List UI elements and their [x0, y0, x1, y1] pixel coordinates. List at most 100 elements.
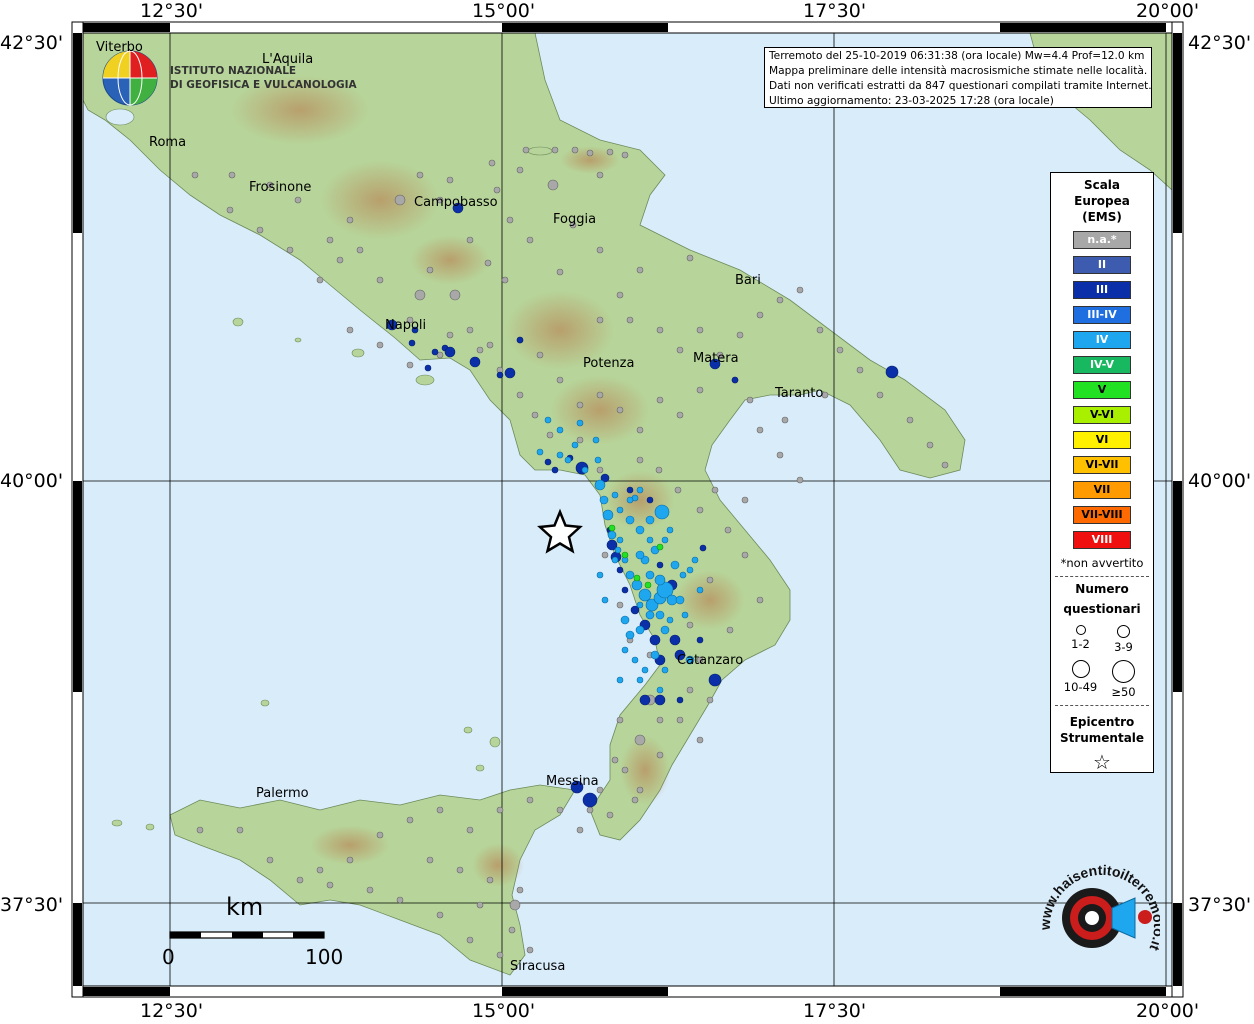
questionnaire-size-label: 1-2 [1071, 637, 1090, 651]
intensity-point [488, 159, 496, 167]
ems-scale-item: V [1073, 381, 1131, 399]
intensity-point [711, 486, 719, 494]
intensity-point [356, 246, 364, 254]
intensity-point [571, 441, 579, 449]
questionnaire-size-item: 3-9 [1102, 625, 1145, 654]
coord-top-3: 17°30' [803, 0, 867, 22]
intensity-point [596, 466, 604, 474]
intensity-point [416, 171, 424, 179]
intensity-point [296, 876, 304, 884]
intensity-point [639, 694, 651, 706]
intensity-point [645, 610, 655, 620]
intensity-point [446, 331, 454, 339]
intensity-point [636, 426, 644, 434]
intensity-point [576, 436, 584, 444]
intensity-point [406, 361, 414, 369]
ems-scale-item: VI-VII [1073, 456, 1131, 474]
intensity-point [674, 486, 682, 494]
legend-title: Scala [1083, 178, 1121, 192]
event-info-line: Dati non verificati estratti da 847 ques… [769, 80, 1152, 92]
scale-bar-end: 100 [305, 945, 344, 969]
intensity-point [686, 254, 694, 262]
city-label: Roma [149, 135, 187, 150]
intensity-point [656, 686, 664, 694]
intensity-point [366, 886, 374, 894]
coord-left-1: 42°30' [0, 32, 64, 54]
intensity-point [656, 326, 664, 334]
intensity-point [236, 826, 244, 834]
intensity-point [576, 419, 584, 427]
intensity-point [286, 246, 294, 254]
intensity-point [654, 504, 670, 520]
intensity-point [708, 673, 722, 687]
intensity-point [556, 426, 564, 434]
intensity-point [731, 376, 739, 384]
intensity-point [466, 326, 474, 334]
intensity-point [686, 686, 694, 694]
intensity-point [621, 586, 629, 594]
intensity-point [601, 596, 609, 604]
intensity-point [316, 276, 324, 284]
epicenter-title: Strumentale [1059, 731, 1145, 745]
intensity-point [726, 626, 734, 634]
intensity-point [616, 291, 624, 299]
intensity-point [599, 495, 609, 505]
intensity-point [885, 365, 899, 379]
coord-top-1: 12°30' [140, 0, 204, 22]
intensity-point [616, 716, 624, 724]
intensity-point [741, 551, 749, 559]
intensity-point [656, 716, 664, 724]
intensity-point [596, 246, 604, 254]
intensity-point [645, 515, 655, 525]
city-label: Bari [735, 273, 761, 288]
coord-left-3: 37°30' [0, 894, 64, 916]
intensity-point [666, 616, 674, 624]
intensity-point [376, 831, 384, 839]
intensity-point [926, 441, 934, 449]
intensity-point [606, 811, 614, 819]
intensity-point [606, 148, 614, 156]
intensity-point [449, 289, 461, 301]
intensity-point [616, 536, 624, 544]
intensity-point [611, 556, 619, 564]
intensity-point [856, 366, 864, 374]
coord-right-3: 37°30' [1188, 894, 1252, 916]
intensity-point [414, 289, 426, 301]
city-label: Campobasso [414, 195, 498, 210]
intensity-point [654, 574, 666, 586]
intensity-point [476, 901, 484, 909]
intensity-point [346, 216, 354, 224]
intensity-point [660, 625, 670, 635]
intensity-point [625, 630, 635, 640]
intensity-point [650, 650, 660, 660]
intensity-point [679, 571, 687, 579]
intensity-point [607, 530, 617, 540]
intensity-point [469, 356, 481, 368]
intensity-point [446, 176, 454, 184]
intensity-point [571, 146, 579, 154]
intensity-point [466, 826, 474, 834]
intensity-point [941, 461, 949, 469]
intensity-legend: Scala Europea (EMS) n.a.* II III III-IV IV IV… [1050, 172, 1154, 774]
ems-scale-item: III-IV [1073, 306, 1131, 324]
intensity-point [326, 236, 334, 244]
intensity-point [756, 311, 764, 319]
ems-scale-item: VII [1073, 481, 1131, 499]
city-label: Napoli [385, 318, 427, 333]
city-label: Potenza [583, 356, 635, 371]
coord-right-1: 42°30' [1188, 32, 1252, 54]
intensity-point [876, 391, 884, 399]
intensity-point [611, 491, 619, 499]
event-info-box: Terremoto del 25-10-2019 06:31:38 (ora l… [764, 47, 1152, 108]
intensity-point [522, 146, 530, 154]
intensity-point [906, 416, 914, 424]
intensity-point [696, 326, 704, 334]
intensity-point [796, 476, 804, 484]
intensity-point [646, 496, 654, 504]
intensity-point [696, 736, 704, 744]
intensity-point [576, 826, 584, 834]
circle-size-icon [1112, 660, 1135, 683]
intensity-point [621, 646, 629, 654]
coord-right-2: 40°00' [1188, 470, 1252, 492]
intensity-point [602, 509, 614, 521]
